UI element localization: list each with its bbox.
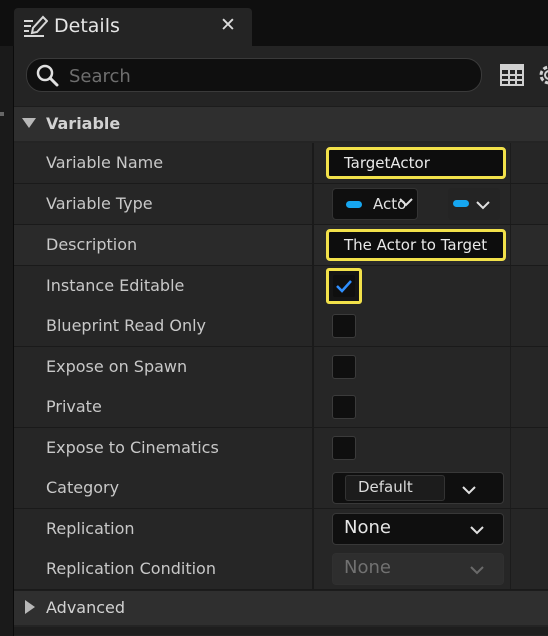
- column-divider[interactable]: [312, 184, 314, 224]
- row-private: Private: [14, 387, 548, 428]
- variable-name-field[interactable]: TargetActor: [326, 147, 506, 179]
- tab-title: Details: [54, 15, 120, 37]
- column-divider[interactable]: [312, 549, 314, 589]
- variable-type-dropdown[interactable]: Acto: [332, 188, 418, 220]
- column-divider: [510, 347, 511, 387]
- column-divider: [510, 143, 511, 183]
- blueprint-read-only-checkbox[interactable]: [332, 314, 356, 338]
- column-divider[interactable]: [312, 428, 314, 468]
- property-label: Private: [46, 397, 102, 416]
- chevron-down-icon: [476, 201, 490, 210]
- edge-marker: [0, 112, 4, 116]
- property-label: Instance Editable: [46, 276, 185, 295]
- checkmark-icon: [336, 280, 352, 293]
- search-bar: [14, 46, 548, 106]
- replication-dropdown[interactable]: None: [332, 513, 504, 545]
- private-checkbox[interactable]: [332, 395, 356, 419]
- expand-arrow-icon[interactable]: [25, 600, 35, 614]
- panel-footer: [14, 627, 548, 635]
- instance-editable-checkbox[interactable]: [326, 268, 362, 304]
- column-divider: [510, 509, 511, 549]
- category-combo[interactable]: Default: [332, 472, 504, 504]
- column-divider: [510, 549, 511, 589]
- column-divider[interactable]: [312, 266, 314, 306]
- column-divider: [510, 428, 511, 468]
- expose-to-cinematics-checkbox[interactable]: [332, 436, 356, 460]
- close-icon[interactable]: ✕: [217, 14, 239, 36]
- property-label: Variable Name: [46, 153, 164, 172]
- row-variable-name: Variable Name TargetActor: [14, 143, 548, 184]
- left-edge-panel: [0, 0, 14, 636]
- row-expose-on-spawn: Expose on Spawn: [14, 347, 548, 388]
- chevron-down-icon: [470, 526, 484, 535]
- replication-condition-dropdown: None: [332, 553, 504, 585]
- property-label: Category: [46, 478, 120, 497]
- property-label: Expose to Cinematics: [46, 438, 219, 457]
- section-label: Advanced: [46, 598, 126, 617]
- column-divider: [510, 306, 511, 346]
- gear-icon[interactable]: [536, 62, 548, 88]
- pencil-details-icon: [24, 15, 48, 37]
- pin-type-icon: [453, 200, 469, 207]
- expose-on-spawn-checkbox[interactable]: [332, 355, 356, 379]
- column-divider[interactable]: [312, 347, 314, 387]
- row-instance-editable: Instance Editable: [14, 266, 548, 307]
- column-divider: [510, 184, 511, 224]
- chevron-down-icon[interactable]: [461, 482, 477, 498]
- search-box[interactable]: [26, 58, 482, 93]
- property-label: Replication: [46, 519, 135, 538]
- row-description: Description The Actor to Target: [14, 225, 548, 266]
- property-label: Blueprint Read Only: [46, 316, 207, 335]
- property-matrix-icon[interactable]: [500, 64, 524, 86]
- pin-type-icon: [346, 201, 362, 208]
- column-divider: [510, 387, 511, 427]
- replication-condition-value: None: [344, 557, 391, 578]
- chevron-down-icon: [470, 566, 484, 575]
- column-divider[interactable]: [312, 468, 314, 508]
- section-advanced[interactable]: Advanced: [14, 590, 548, 625]
- search-icon: [36, 64, 59, 87]
- column-divider[interactable]: [312, 225, 314, 265]
- row-replication: Replication None: [14, 509, 548, 550]
- checkbox-box: [333, 275, 355, 297]
- column-divider[interactable]: [312, 143, 314, 183]
- column-divider: [510, 266, 511, 306]
- row-blueprint-read-only: Blueprint Read Only: [14, 306, 548, 347]
- row-category: Category Default: [14, 468, 548, 509]
- property-label: Variable Type: [46, 194, 153, 213]
- replication-value: None: [344, 517, 391, 538]
- collapse-arrow-icon[interactable]: [22, 118, 36, 128]
- property-label: Description: [46, 235, 138, 254]
- row-variable-type: Variable Type Acto: [14, 184, 548, 225]
- section-label: Variable: [46, 114, 121, 133]
- column-divider: [510, 468, 511, 508]
- row-expose-to-cinematics: Expose to Cinematics: [14, 428, 548, 469]
- property-label: Expose on Spawn: [46, 357, 188, 376]
- section-variable[interactable]: Variable: [14, 106, 548, 141]
- search-input[interactable]: [67, 59, 471, 93]
- chevron-down-icon: [399, 198, 413, 207]
- container-type-dropdown[interactable]: [448, 188, 500, 220]
- column-divider[interactable]: [312, 387, 314, 427]
- column-divider: [510, 225, 511, 265]
- column-divider[interactable]: [312, 509, 314, 549]
- column-divider[interactable]: [312, 306, 314, 346]
- details-tab[interactable]: Details ✕: [14, 8, 252, 46]
- category-input[interactable]: Default: [345, 475, 445, 501]
- row-replication-condition: Replication Condition None: [14, 549, 548, 590]
- property-label: Replication Condition: [46, 559, 216, 578]
- description-field[interactable]: The Actor to Target: [326, 229, 506, 261]
